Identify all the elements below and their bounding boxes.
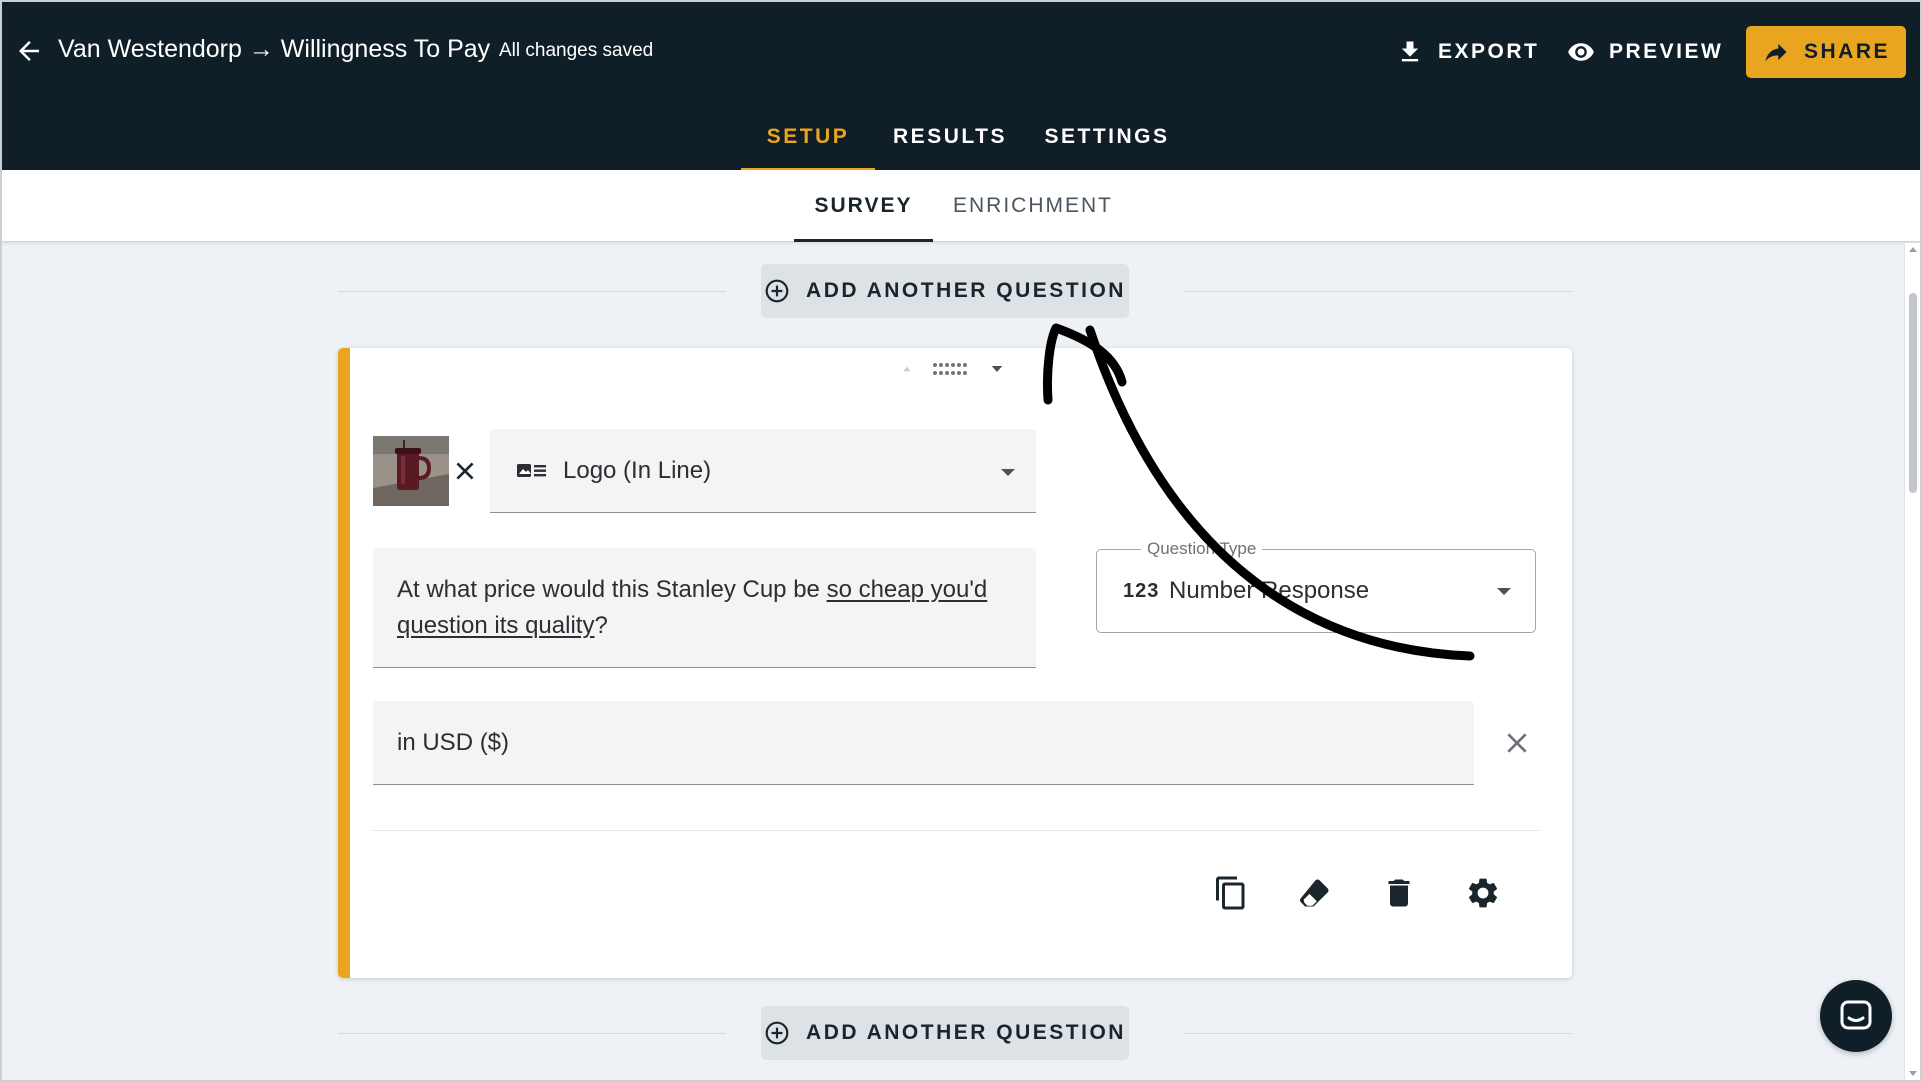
trash-icon[interactable] — [1381, 875, 1417, 911]
question-type-label: Question Type — [1141, 539, 1263, 559]
divider-left — [338, 291, 726, 292]
question-type-select[interactable]: Question Type 123 Number Response — [1096, 539, 1536, 633]
download-icon — [1401, 41, 1419, 62]
copy-icon[interactable] — [1213, 875, 1249, 911]
chevron-down-icon — [1497, 588, 1511, 595]
export-label: EXPORT — [1438, 40, 1540, 63]
preview-label: PREVIEW — [1609, 40, 1724, 63]
unit-input[interactable]: in USD ($) — [373, 701, 1474, 785]
image-text-icon — [517, 463, 546, 477]
tab-settings[interactable]: SETTINGS — [1038, 102, 1176, 172]
chat-icon — [1840, 1000, 1872, 1030]
chevron-down-icon — [1001, 469, 1015, 476]
survey-title[interactable]: Van Westendorp → Willingness To Pay — [58, 35, 490, 64]
remove-image-icon[interactable] — [452, 458, 478, 484]
divider-right-bottom — [1184, 1033, 1572, 1034]
share-arrow-icon — [1765, 43, 1787, 62]
question-text-before: At what price would this Stanley Cup be — [397, 576, 827, 603]
add-circle-icon — [765, 1021, 789, 1045]
export-button[interactable]: EXPORT — [1396, 26, 1539, 78]
add-question-button-top[interactable]: ADD ANOTHER QUESTION — [761, 264, 1129, 318]
vertical-scrollbar[interactable] — [1904, 243, 1920, 1082]
unit-value: in USD ($) — [397, 728, 510, 756]
save-status: All changes saved — [499, 40, 654, 61]
add-question-label: ADD ANOTHER QUESTION — [806, 279, 1126, 302]
preview-button[interactable]: PREVIEW — [1567, 26, 1723, 78]
image-display-select[interactable]: Logo (In Line) — [490, 429, 1036, 513]
move-down-icon[interactable] — [988, 360, 1006, 378]
gear-icon[interactable] — [1465, 875, 1501, 911]
add-question-label: ADD ANOTHER QUESTION — [806, 1021, 1126, 1044]
reorder-controls — [900, 360, 1006, 378]
sub-tab-bar: SURVEY ENRICHMENT — [0, 170, 1922, 242]
divider-left-bottom — [338, 1033, 726, 1034]
main-tabs: SETUP RESULTS SETTINGS — [2, 102, 1920, 172]
scrollbar-thumb[interactable] — [1909, 293, 1917, 493]
question-type-value: Number Response — [1169, 577, 1370, 604]
add-circle-icon — [765, 279, 789, 303]
tab-results[interactable]: RESULTS — [887, 102, 1013, 172]
move-up-icon[interactable] — [900, 362, 914, 376]
tab-enrichment[interactable]: ENRICHMENT — [950, 170, 1116, 242]
back-arrow-icon[interactable] — [14, 36, 44, 66]
tab-setup[interactable]: SETUP — [741, 102, 875, 172]
card-divider — [373, 830, 1539, 831]
share-label: SHARE — [1803, 40, 1890, 63]
question-text-after: ? — [594, 612, 608, 639]
tab-survey[interactable]: SURVEY — [794, 170, 933, 242]
scroll-up-icon[interactable] — [1908, 245, 1918, 255]
scroll-down-icon[interactable] — [1908, 1068, 1918, 1078]
top-app-bar: Van Westendorp → Willingness To Pay All … — [0, 0, 1922, 172]
divider-right — [1184, 291, 1572, 292]
chat-launcher-button[interactable] — [1820, 980, 1892, 1052]
clear-unit-icon[interactable] — [1504, 730, 1530, 756]
eye-icon — [1568, 43, 1594, 61]
card-accent-bar — [338, 348, 350, 978]
image-display-value: Logo (In Line) — [563, 456, 712, 484]
question-card: Logo (In Line) At what price would this … — [338, 348, 1572, 978]
number-icon: 123 — [1123, 580, 1160, 602]
add-question-button-bottom[interactable]: ADD ANOTHER QUESTION — [761, 1006, 1129, 1060]
question-image-thumbnail — [373, 436, 449, 506]
question-text-field[interactable]: At what price would this Stanley Cup be … — [373, 548, 1036, 668]
eraser-icon[interactable] — [1297, 875, 1333, 911]
drag-handle-icon[interactable] — [932, 361, 970, 377]
share-button[interactable]: SHARE — [1746, 26, 1906, 78]
